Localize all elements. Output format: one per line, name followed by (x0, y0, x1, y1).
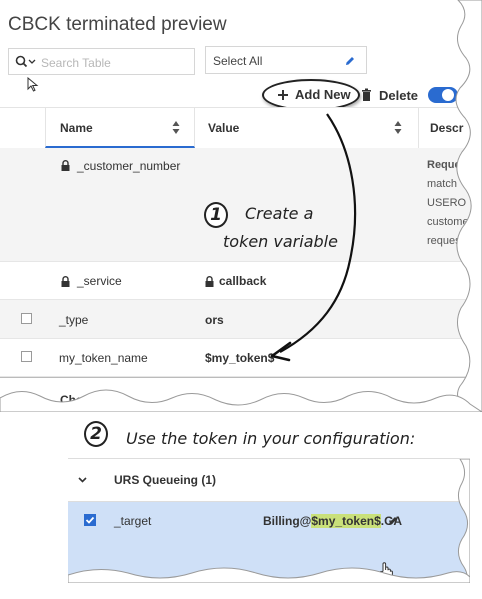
step1-text: token variable (223, 232, 338, 251)
torn-edge (68, 459, 470, 583)
step2-text: Use the token in your configuration: (126, 429, 416, 448)
step1-text: Create a (245, 204, 314, 223)
bottom-screenshot-panel: URS Queueing (1) _target Billing@$my_tok… (68, 458, 470, 583)
step1-number: 1 (204, 202, 228, 228)
step2-number: 2 (84, 421, 108, 447)
